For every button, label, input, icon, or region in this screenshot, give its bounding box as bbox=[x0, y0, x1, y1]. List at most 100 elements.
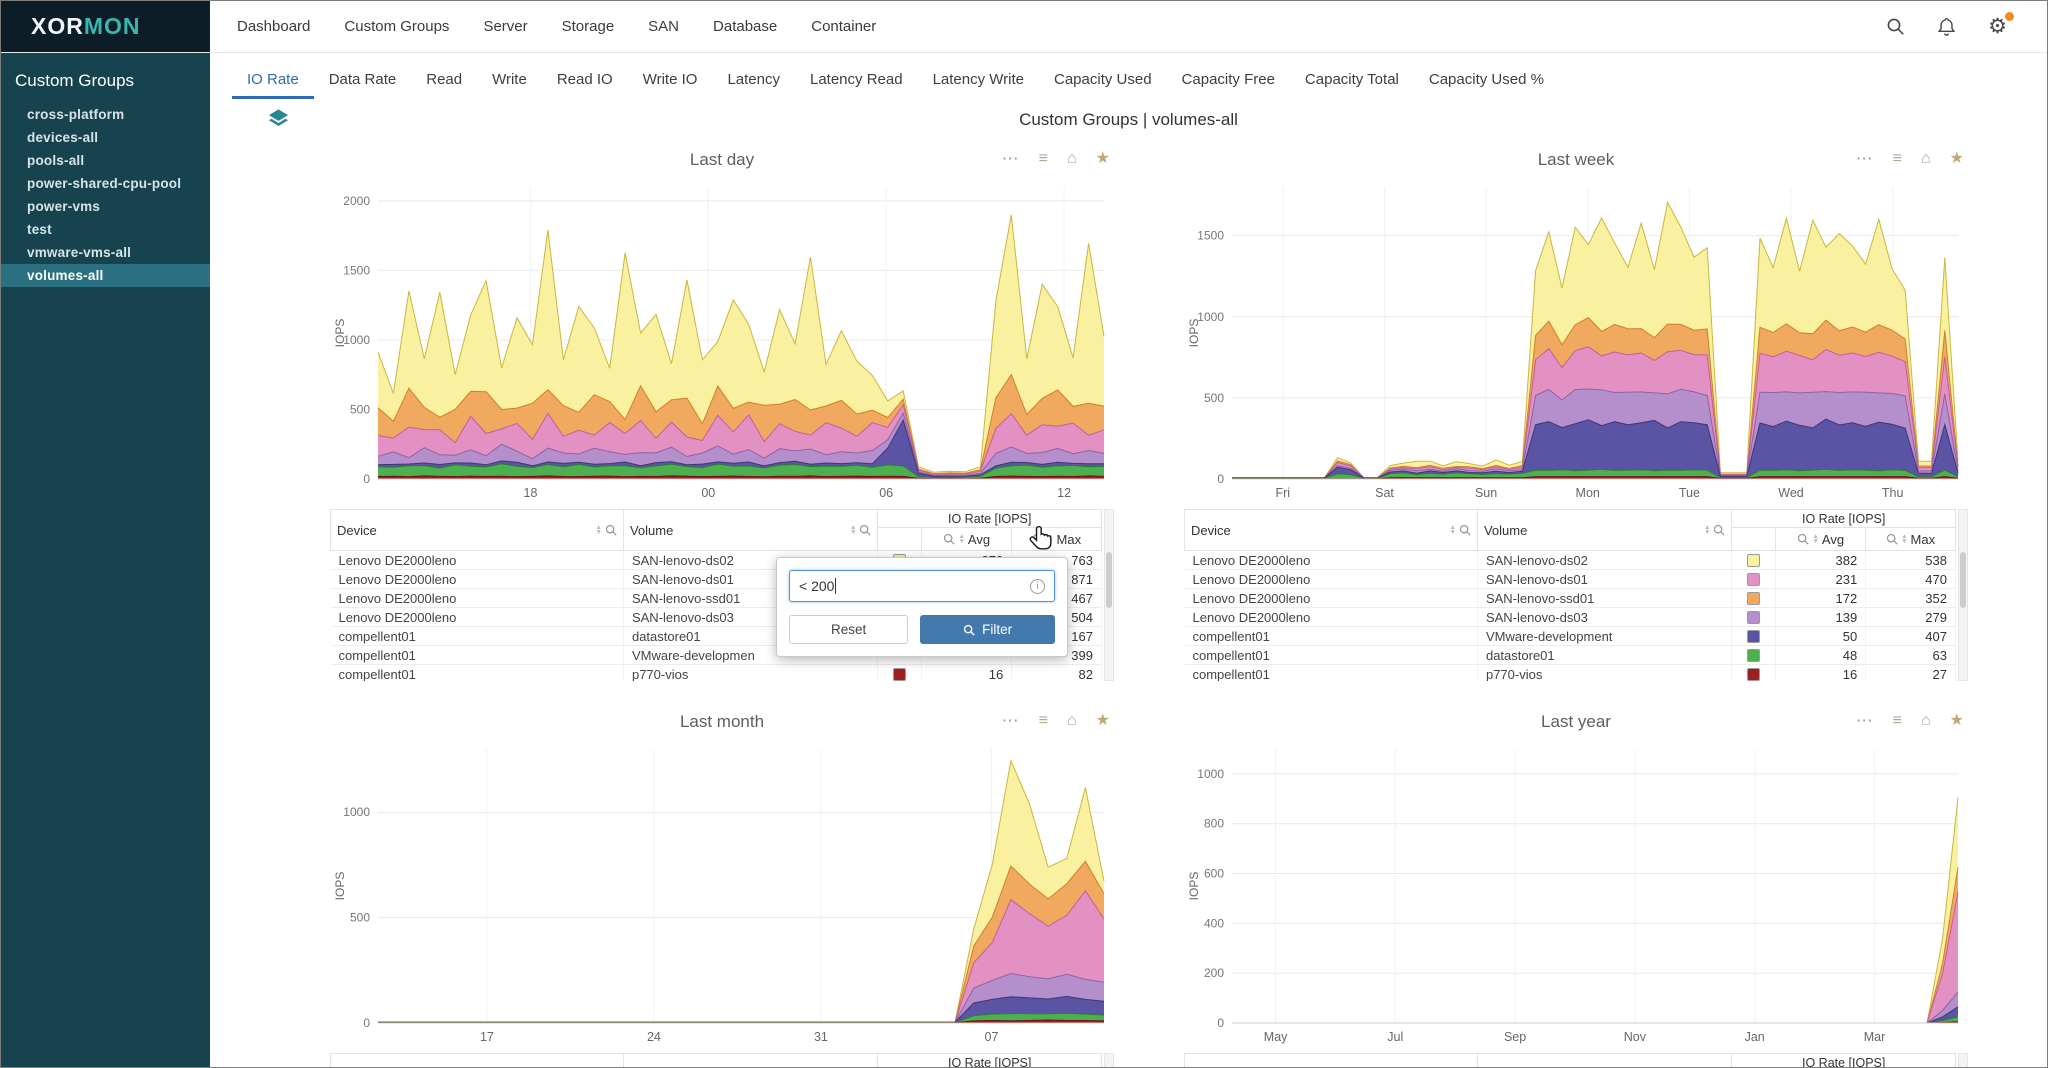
scrollbar-thumb[interactable] bbox=[1960, 552, 1966, 608]
sort-icon[interactable]: ▲▼ bbox=[1901, 534, 1907, 545]
search-icon[interactable] bbox=[943, 533, 955, 545]
info-icon[interactable]: i bbox=[1030, 579, 1045, 594]
search-icon[interactable] bbox=[1713, 524, 1725, 536]
svg-text:Nov: Nov bbox=[1624, 1030, 1647, 1044]
chart-last-month[interactable]: 0500100017243107IOPS bbox=[330, 737, 1114, 1049]
search-icon[interactable] bbox=[1459, 524, 1471, 536]
app-window: XORMON DashboardCustom GroupsServerStora… bbox=[0, 0, 2048, 1068]
sort-icon[interactable]: ▲▼ bbox=[850, 525, 856, 536]
sort-icon[interactable]: ▲▼ bbox=[596, 525, 602, 536]
favorite-star-icon[interactable]: ★ bbox=[1950, 708, 1964, 734]
sidebar-item-power-vms[interactable]: power-vms bbox=[1, 195, 210, 218]
more-options-icon[interactable]: ⋯ bbox=[1002, 146, 1020, 172]
nav-item-server[interactable]: Server bbox=[466, 1, 544, 52]
sort-icon[interactable]: ▲▼ bbox=[1450, 525, 1456, 536]
notifications-bell-icon[interactable] bbox=[1937, 17, 1956, 37]
column-header-volume[interactable]: Volume▲▼ bbox=[623, 1054, 877, 1068]
device-cell: Lenovo DE2000leno bbox=[331, 551, 624, 570]
chart-last-week[interactable]: 050010001500FriSatSunMonTueWedThuIOPS bbox=[1184, 175, 1968, 505]
tab-latency-write[interactable]: Latency Write bbox=[918, 61, 1039, 99]
home-icon[interactable]: ⌂ bbox=[1067, 146, 1077, 172]
tab-capacity-used[interactable]: Capacity Used bbox=[1039, 61, 1167, 99]
home-icon[interactable]: ⌂ bbox=[1921, 708, 1931, 734]
sidebar-item-volumes-all[interactable]: volumes-all bbox=[1, 264, 210, 287]
column-header-max[interactable]: ▲▼Max bbox=[1866, 528, 1956, 551]
column-header-avg[interactable]: ▲▼Avg bbox=[922, 528, 1012, 551]
column-header-volume[interactable]: Volume▲▼ bbox=[623, 510, 877, 551]
chart-last-year[interactable]: 02004006008001000MayJulSepNovJanMarIOPS bbox=[1184, 737, 1968, 1049]
sidebar-item-power-shared-cpu-pool[interactable]: power-shared-cpu-pool bbox=[1, 172, 210, 195]
sidebar-item-devices-all[interactable]: devices-all bbox=[1, 126, 210, 149]
tab-capacity-used[interactable]: Capacity Used % bbox=[1414, 61, 1559, 99]
sort-icon[interactable]: ▲▼ bbox=[1704, 525, 1710, 536]
favorite-star-icon[interactable]: ★ bbox=[1950, 146, 1964, 172]
table-row: Lenovo DE2000lenoSAN-lenovo-ds02382538 bbox=[1185, 551, 1956, 570]
nav-item-container[interactable]: Container bbox=[794, 1, 893, 52]
svg-text:00: 00 bbox=[701, 486, 715, 500]
sidebar-item-cross-platform[interactable]: cross-platform bbox=[1, 103, 210, 126]
tab-latency-read[interactable]: Latency Read bbox=[795, 61, 918, 99]
sort-icon[interactable]: ▲▼ bbox=[1047, 534, 1053, 545]
tab-capacity-total[interactable]: Capacity Total bbox=[1290, 61, 1414, 99]
favorite-star-icon[interactable]: ★ bbox=[1096, 708, 1110, 734]
column-header-device[interactable]: Device▲▼ bbox=[331, 510, 624, 551]
table-scrollbar[interactable] bbox=[1104, 1053, 1114, 1067]
menu-icon[interactable]: ≡ bbox=[1039, 146, 1048, 172]
search-icon[interactable] bbox=[1886, 17, 1905, 36]
home-icon[interactable]: ⌂ bbox=[1067, 708, 1077, 734]
sidebar-item-test[interactable]: test bbox=[1, 218, 210, 241]
panel-last-day: Last day⋯≡⌂★050010001500200018000612IOPS… bbox=[330, 145, 1114, 681]
column-header-device[interactable]: Device▲▼ bbox=[331, 1054, 624, 1068]
menu-icon[interactable]: ≡ bbox=[1893, 708, 1902, 734]
table-scrollbar[interactable] bbox=[1104, 509, 1114, 681]
nav-item-storage[interactable]: Storage bbox=[545, 1, 632, 52]
menu-icon[interactable]: ≡ bbox=[1893, 146, 1902, 172]
svg-text:Sun: Sun bbox=[1475, 486, 1497, 500]
search-icon[interactable] bbox=[1032, 533, 1044, 545]
column-header-volume[interactable]: Volume▲▼ bbox=[1477, 510, 1731, 551]
column-header-device[interactable]: Device▲▼ bbox=[1185, 510, 1478, 551]
chart-last-day[interactable]: 050010001500200018000612IOPS bbox=[330, 175, 1114, 505]
menu-icon[interactable]: ≡ bbox=[1039, 708, 1048, 734]
favorite-star-icon[interactable]: ★ bbox=[1096, 146, 1110, 172]
column-header-volume[interactable]: Volume▲▼ bbox=[1477, 1054, 1731, 1068]
layers-icon[interactable] bbox=[267, 108, 290, 134]
column-header-device[interactable]: Device▲▼ bbox=[1185, 1054, 1478, 1068]
sidebar-items: cross-platformdevices-allpools-allpower-… bbox=[1, 103, 210, 287]
table-area: Device▲▼Volume▲▼IO Rate [IOPS]▲▼Avg▲▼Max bbox=[330, 1053, 1114, 1067]
filter-button[interactable]: Filter bbox=[920, 615, 1055, 644]
search-icon[interactable] bbox=[1886, 533, 1898, 545]
nav-item-database[interactable]: Database bbox=[696, 1, 794, 52]
more-options-icon[interactable]: ⋯ bbox=[1002, 708, 1020, 734]
sort-icon[interactable]: ▲▼ bbox=[958, 534, 964, 545]
search-icon[interactable] bbox=[605, 524, 617, 536]
sort-icon[interactable]: ▲▼ bbox=[1812, 534, 1818, 545]
tab-read[interactable]: Read bbox=[411, 61, 477, 99]
table-scrollbar[interactable] bbox=[1958, 1053, 1968, 1067]
search-icon[interactable] bbox=[859, 524, 871, 536]
tab-capacity-free[interactable]: Capacity Free bbox=[1167, 61, 1290, 99]
tab-latency[interactable]: Latency bbox=[712, 61, 795, 99]
more-options-icon[interactable]: ⋯ bbox=[1856, 146, 1874, 172]
tab-data-rate[interactable]: Data Rate bbox=[314, 61, 412, 99]
reset-button[interactable]: Reset bbox=[789, 615, 908, 644]
tab-read-io[interactable]: Read IO bbox=[542, 61, 628, 99]
nav-item-san[interactable]: SAN bbox=[631, 1, 696, 52]
search-icon[interactable] bbox=[1797, 533, 1809, 545]
column-header-max[interactable]: ▲▼Max bbox=[1012, 528, 1102, 551]
home-icon[interactable]: ⌂ bbox=[1921, 146, 1931, 172]
tab-write[interactable]: Write bbox=[477, 61, 542, 99]
sidebar-item-pools-all[interactable]: pools-all bbox=[1, 149, 210, 172]
table-scrollbar[interactable] bbox=[1958, 509, 1968, 681]
settings-gear-icon[interactable]: ⚙ bbox=[1988, 17, 2007, 37]
more-options-icon[interactable]: ⋯ bbox=[1856, 708, 1874, 734]
app-logo[interactable]: XORMON bbox=[1, 1, 210, 52]
filter-input[interactable]: < 200 i bbox=[789, 570, 1055, 602]
nav-item-custom-groups[interactable]: Custom Groups bbox=[327, 1, 466, 52]
sidebar-item-vmware-vms-all[interactable]: vmware-vms-all bbox=[1, 241, 210, 264]
tab-io-rate[interactable]: IO Rate bbox=[232, 61, 314, 99]
scrollbar-thumb[interactable] bbox=[1106, 552, 1112, 608]
nav-item-dashboard[interactable]: Dashboard bbox=[220, 1, 327, 52]
column-header-avg[interactable]: ▲▼Avg bbox=[1776, 528, 1866, 551]
tab-write-io[interactable]: Write IO bbox=[628, 61, 713, 99]
